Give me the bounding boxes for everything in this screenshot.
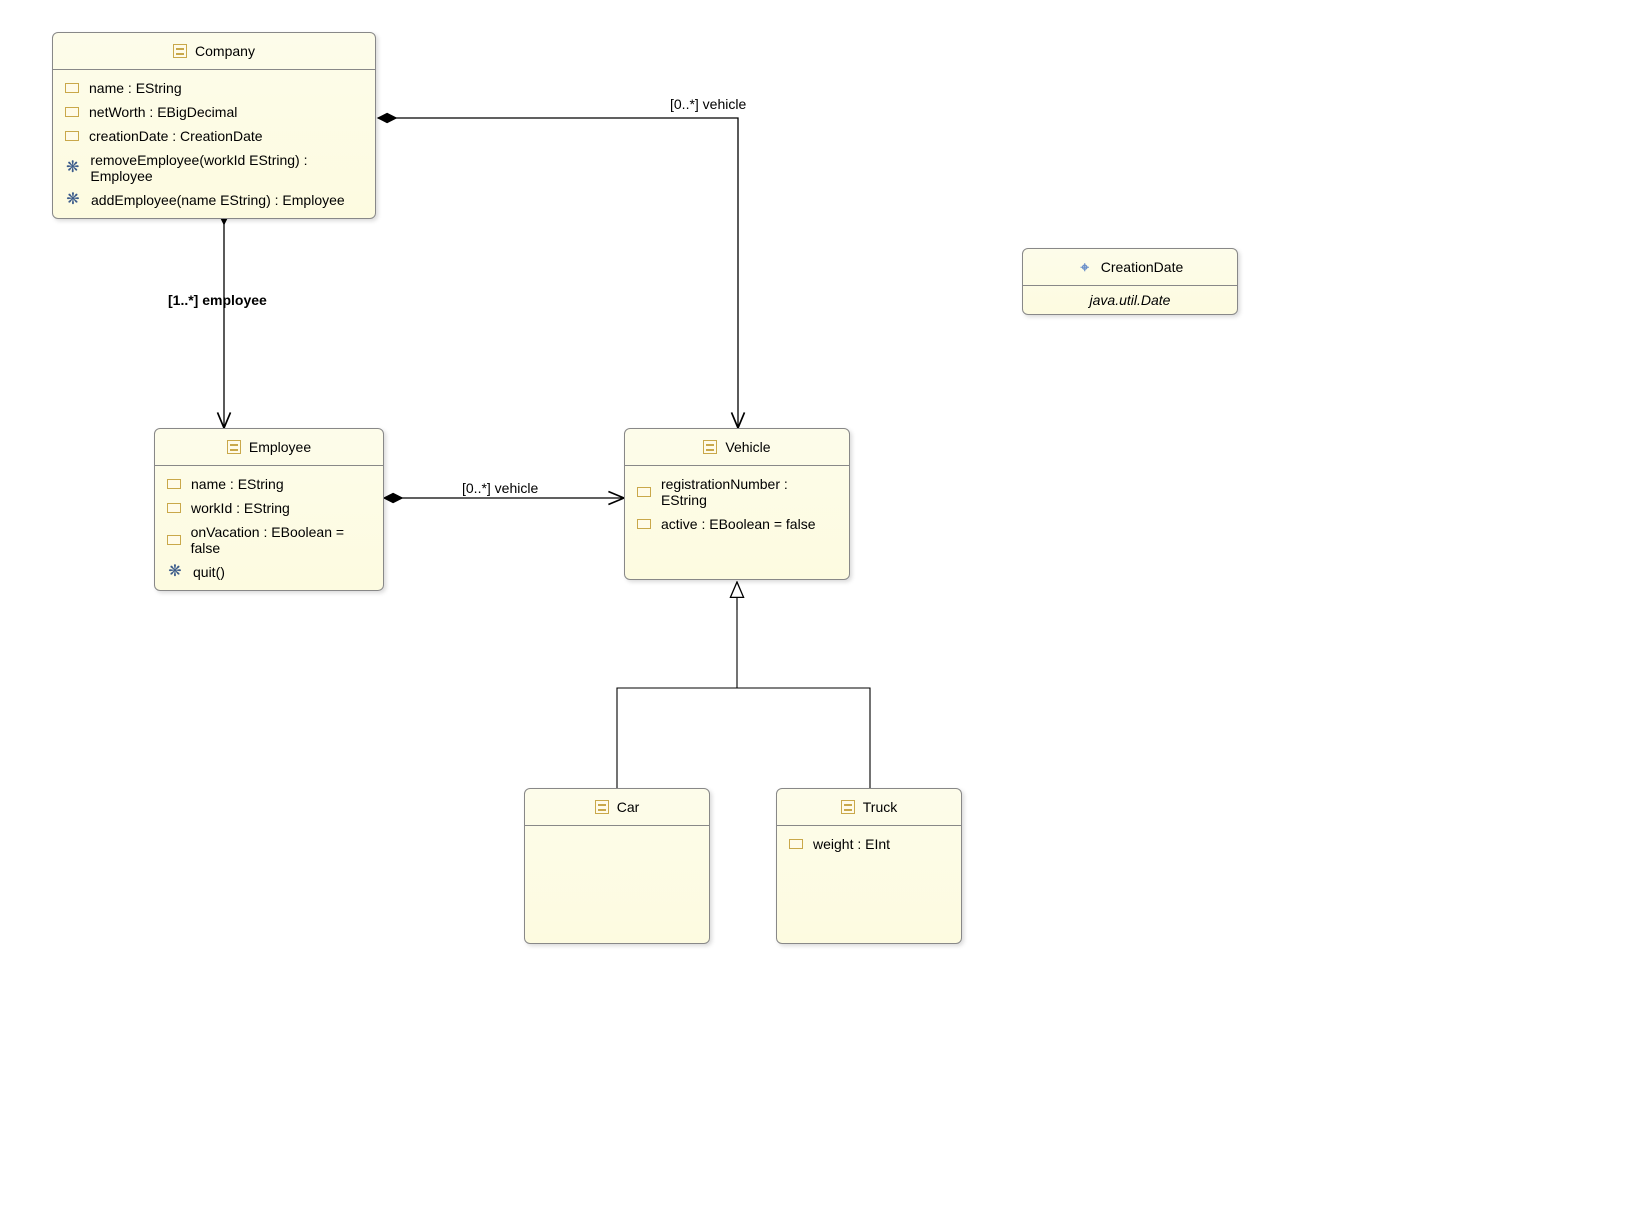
op-text: quit()	[193, 564, 225, 580]
class-name: Company	[195, 43, 255, 59]
class-body: registrationNumber : EString active : EB…	[625, 466, 849, 542]
attr-row[interactable]: weight : EInt	[777, 832, 961, 856]
class-name: CreationDate	[1101, 259, 1184, 275]
rel-company-vehicle	[378, 118, 738, 428]
attr-text: creationDate : CreationDate	[89, 128, 263, 144]
attr-icon	[167, 535, 181, 545]
class-header: CreationDate	[1023, 249, 1237, 286]
op-row[interactable]: quit()	[155, 560, 383, 584]
datatype-creationdate[interactable]: CreationDate java.util.Date	[1022, 248, 1238, 315]
attr-row[interactable]: netWorth : EBigDecimal	[53, 100, 375, 124]
attr-text: workId : EString	[191, 500, 290, 516]
class-body: name : EString netWorth : EBigDecimal cr…	[53, 70, 375, 218]
datatype-icon	[1077, 259, 1093, 275]
attr-icon	[637, 487, 651, 497]
attr-icon	[167, 479, 181, 489]
class-company[interactable]: Company name : EString netWorth : EBigDe…	[52, 32, 376, 219]
operation-icon	[65, 192, 81, 208]
label-company-vehicle: [0..*] vehicle	[670, 96, 746, 112]
attr-row[interactable]: onVacation : EBoolean = false	[155, 520, 383, 560]
class-header: Vehicle	[625, 429, 849, 466]
attr-row[interactable]: workId : EString	[155, 496, 383, 520]
uml-diagram: Company name : EString netWorth : EBigDe…	[0, 0, 1632, 1210]
op-text: addEmployee(name EString) : Employee	[91, 192, 345, 208]
rel-inherit-tree	[617, 582, 870, 788]
class-name: Vehicle	[725, 439, 770, 455]
class-truck[interactable]: Truck weight : EInt	[776, 788, 962, 944]
attr-text: weight : EInt	[813, 836, 890, 852]
attr-text: onVacation : EBoolean = false	[191, 524, 371, 556]
class-body	[525, 826, 709, 838]
attr-text: active : EBoolean = false	[661, 516, 816, 532]
attr-row[interactable]: name : EString	[53, 76, 375, 100]
attr-icon	[65, 131, 79, 141]
op-row[interactable]: addEmployee(name EString) : Employee	[53, 188, 375, 212]
class-body: name : EString workId : EString onVacati…	[155, 466, 383, 590]
class-car[interactable]: Car	[524, 788, 710, 944]
attr-row[interactable]: name : EString	[155, 472, 383, 496]
attr-text: name : EString	[191, 476, 284, 492]
class-vehicle[interactable]: Vehicle registrationNumber : EString act…	[624, 428, 850, 580]
class-icon	[595, 800, 609, 814]
class-icon	[227, 440, 241, 454]
attr-text: netWorth : EBigDecimal	[89, 104, 237, 120]
attr-icon	[167, 503, 181, 513]
attr-icon	[789, 839, 803, 849]
operation-icon	[65, 160, 80, 176]
class-name: Truck	[863, 799, 897, 815]
attr-icon	[637, 519, 651, 529]
class-header: Employee	[155, 429, 383, 466]
class-header: Company	[53, 33, 375, 70]
op-row[interactable]: removeEmployee(workId EString) : Employe…	[53, 148, 375, 188]
attr-row[interactable]: registrationNumber : EString	[625, 472, 849, 512]
attr-text: name : EString	[89, 80, 182, 96]
op-text: removeEmployee(workId EString) : Employe…	[90, 152, 363, 184]
attr-icon	[65, 83, 79, 93]
class-name: Employee	[249, 439, 311, 455]
datatype-instance: java.util.Date	[1023, 286, 1237, 314]
class-body: weight : EInt	[777, 826, 961, 862]
class-header: Truck	[777, 789, 961, 826]
label-company-employee: [1..*] employee	[168, 292, 267, 308]
label-employee-vehicle: [0..*] vehicle	[462, 480, 538, 496]
attr-icon	[65, 107, 79, 117]
attr-row[interactable]: creationDate : CreationDate	[53, 124, 375, 148]
attr-row[interactable]: active : EBoolean = false	[625, 512, 849, 536]
class-name: Car	[617, 799, 640, 815]
attr-text: registrationNumber : EString	[661, 476, 837, 508]
class-employee[interactable]: Employee name : EString workId : EString…	[154, 428, 384, 591]
class-icon	[703, 440, 717, 454]
class-header: Car	[525, 789, 709, 826]
operation-icon	[167, 564, 183, 580]
class-icon	[841, 800, 855, 814]
class-icon	[173, 44, 187, 58]
